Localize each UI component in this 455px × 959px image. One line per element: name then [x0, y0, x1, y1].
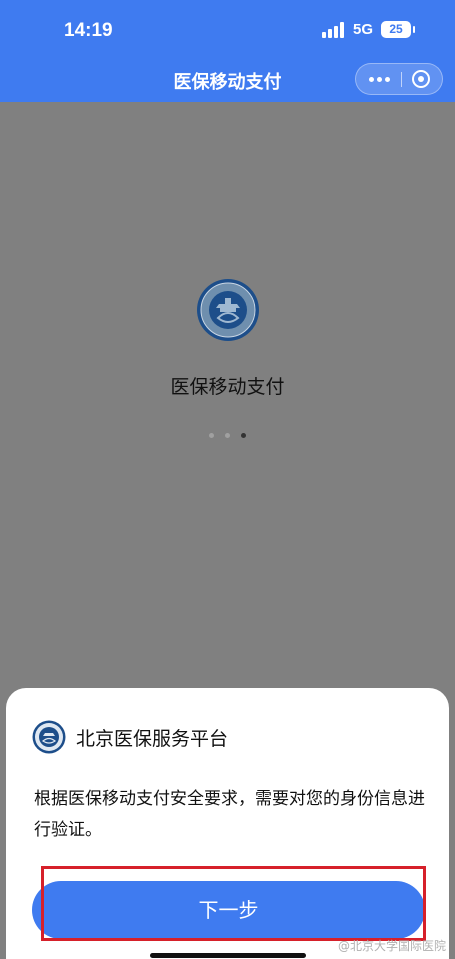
- app-name: 北京医保服务平台: [76, 728, 229, 750]
- home-indicator[interactable]: [150, 953, 306, 958]
- verification-description: 根据医保移动支付安全要求，需要对您的身份信息进行验证。: [34, 789, 425, 840]
- more-dots-icon[interactable]: [366, 64, 398, 94]
- loader-dot-active: [241, 433, 246, 438]
- status-bar: 14:19 5G 25: [0, 0, 455, 56]
- network-type: 5G: [353, 21, 374, 38]
- target-circle-icon[interactable]: [412, 70, 430, 88]
- loader-dot: [225, 433, 230, 438]
- status-time: 14:19: [64, 20, 113, 41]
- loading-dots: [209, 432, 249, 440]
- splash-title: 医保移动支付: [170, 376, 285, 398]
- miniprogram-capsule: [355, 63, 443, 95]
- medical-insurance-emblem-icon: [197, 279, 259, 341]
- capsule-divider: [401, 72, 402, 87]
- battery-icon: 25: [381, 21, 415, 38]
- beijing-medical-insurance-logo-icon: [32, 720, 66, 754]
- next-step-button[interactable]: 下一步: [32, 881, 425, 939]
- nav-bar: 医保移动支付: [0, 56, 455, 102]
- cellular-signal-icon: [322, 22, 346, 38]
- loader-dot: [209, 433, 214, 438]
- watermark: @北京大学国际医院: [338, 939, 447, 953]
- verification-sheet: 北京医保服务平台 根据医保移动支付安全要求，需要对您的身份信息进行验证。 下一步: [6, 688, 449, 959]
